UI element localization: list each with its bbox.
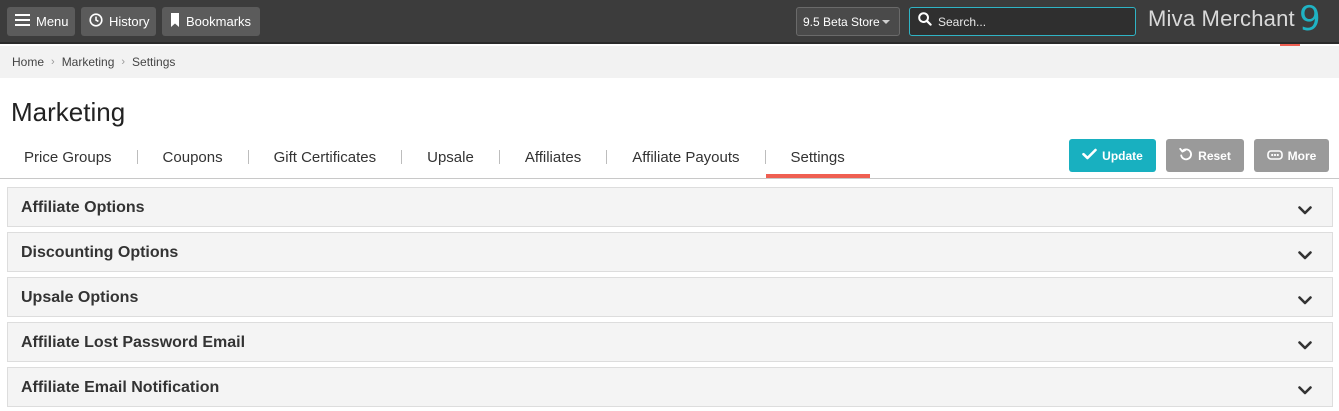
chevron-down-icon[interactable] xyxy=(1298,337,1312,355)
panel-title: Affiliate Options xyxy=(21,199,145,216)
tab-settings[interactable]: Settings xyxy=(765,136,870,178)
caret-down-icon xyxy=(882,20,890,24)
tab-upsale[interactable]: Upsale xyxy=(402,136,499,178)
more-label: More xyxy=(1287,148,1317,163)
page-title: Marketing xyxy=(11,97,126,127)
breadcrumb: Home › Marketing › Settings xyxy=(12,55,175,69)
panel-upsale-options[interactable]: Upsale Options xyxy=(7,277,1333,317)
tab-coupons[interactable]: Coupons xyxy=(138,136,248,178)
panel-affiliate-email-notification[interactable]: Affiliate Email Notification xyxy=(7,367,1333,407)
chevron-right-icon: › xyxy=(121,56,126,68)
search-icon xyxy=(918,12,932,31)
chevron-down-icon[interactable] xyxy=(1298,382,1312,400)
bookmarks-button[interactable]: Bookmarks xyxy=(162,7,260,36)
chevron-down-icon[interactable] xyxy=(1298,202,1312,220)
tab-affiliate-payouts[interactable]: Affiliate Payouts xyxy=(607,136,764,178)
reset-icon xyxy=(1179,147,1198,164)
menu-label: Menu xyxy=(36,14,69,29)
panel-title: Affiliate Lost Password Email xyxy=(21,334,246,351)
top-bar: Menu History Bookmarks 9.5 Beta Store Mi… xyxy=(0,0,1339,44)
bookmark-icon xyxy=(170,13,186,30)
more-button[interactable]: More xyxy=(1254,139,1329,172)
store-select[interactable]: 9.5 Beta Store xyxy=(796,7,900,36)
more-icon xyxy=(1266,149,1288,163)
panel-title: Upsale Options xyxy=(21,289,139,306)
reset-button[interactable]: Reset xyxy=(1166,139,1244,172)
panel-title: Affiliate Email Notification xyxy=(21,379,220,396)
update-label: Update xyxy=(1102,148,1143,163)
hamburger-icon xyxy=(15,14,36,29)
breadcrumb-settings: Settings xyxy=(132,55,176,69)
panel-title: Discounting Options xyxy=(21,244,179,261)
update-button[interactable]: Update xyxy=(1069,139,1156,172)
chevron-down-icon[interactable] xyxy=(1298,247,1312,265)
panel-affiliate-lost-password-email[interactable]: Affiliate Lost Password Email xyxy=(7,322,1333,362)
breadcrumb-bar: Home › Marketing › Settings xyxy=(0,46,1339,78)
logo-text: Miva Merchant xyxy=(1148,6,1295,31)
store-select-value: 9.5 Beta Store xyxy=(803,14,880,29)
menu-button[interactable]: Menu xyxy=(7,7,75,36)
chevron-right-icon: › xyxy=(51,56,55,68)
checkmark-icon xyxy=(1082,148,1102,163)
tab-affiliates[interactable]: Affiliates xyxy=(500,136,606,178)
panel-affiliate-options[interactable]: Affiliate Options xyxy=(7,187,1333,227)
breadcrumb-home[interactable]: Home xyxy=(12,55,44,69)
clock-icon xyxy=(89,13,109,30)
reset-label: Reset xyxy=(1198,148,1231,163)
search-box[interactable] xyxy=(909,7,1136,36)
chevron-down-icon[interactable] xyxy=(1298,292,1312,310)
tab-gift-certificates[interactable]: Gift Certificates xyxy=(249,136,402,178)
tabs-divider-line xyxy=(0,178,1339,179)
tab-bar: Price Groups Coupons Gift Certificates U… xyxy=(0,136,870,178)
history-button[interactable]: History xyxy=(81,7,156,36)
search-input[interactable] xyxy=(938,14,1128,29)
logo-version: 9 xyxy=(1299,0,1321,39)
history-label: History xyxy=(109,14,150,29)
panel-discounting-options[interactable]: Discounting Options xyxy=(7,232,1333,272)
breadcrumb-marketing[interactable]: Marketing xyxy=(62,55,115,69)
tab-price-groups[interactable]: Price Groups xyxy=(0,136,137,178)
bookmarks-label: Bookmarks xyxy=(186,14,252,29)
